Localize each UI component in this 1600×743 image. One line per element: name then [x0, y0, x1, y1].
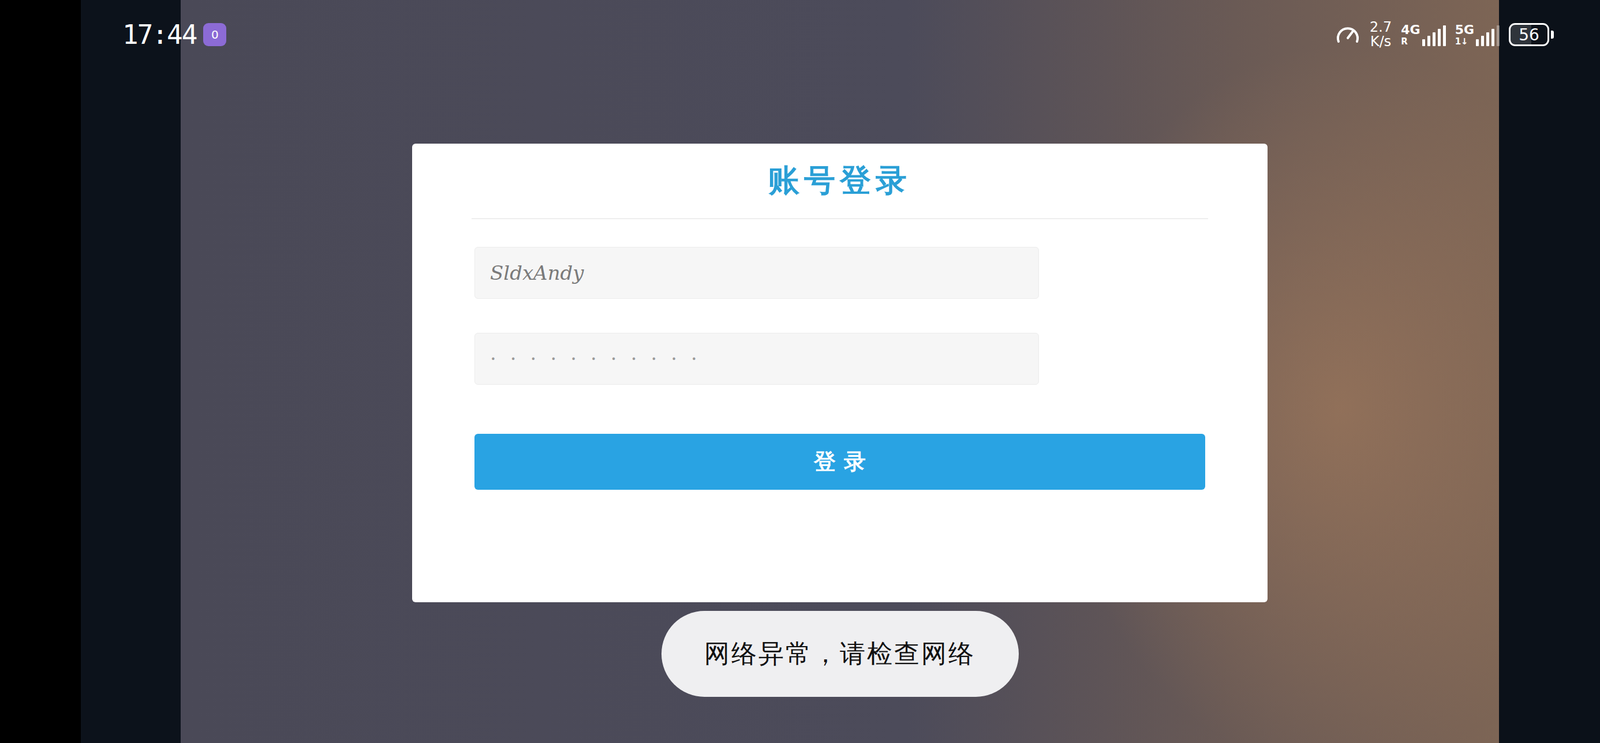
signal-bar — [1496, 25, 1500, 47]
login-button[interactable]: 登 录 — [474, 434, 1206, 491]
clock: 17:44 — [122, 19, 197, 51]
left-margin — [0, 0, 81, 743]
signal-bar — [1486, 32, 1490, 47]
background-image: 账号登录登 录网络异常，请检查网络 — [180, 0, 1499, 743]
speedometer-icon — [1335, 23, 1361, 47]
password-input[interactable] — [474, 333, 1039, 385]
network-indicator: 5G1↓ — [1455, 23, 1500, 47]
signal-bar — [1432, 32, 1436, 47]
network-type: 4G — [1400, 23, 1420, 37]
login-card: 账号登录登 录 — [412, 143, 1268, 603]
signal-bar — [1422, 39, 1426, 47]
network-sub: 1↓ — [1455, 36, 1475, 47]
network-indicator: 4GR — [1400, 23, 1446, 47]
toast-message: 网络异常，请检查网络 — [661, 611, 1019, 698]
signal-bar — [1475, 39, 1479, 47]
battery-icon: 56 — [1508, 23, 1550, 47]
signal-bar — [1437, 28, 1441, 47]
app-notification-icon: 0 — [203, 23, 227, 47]
signal-bar — [1427, 35, 1431, 47]
network-sub: R — [1400, 36, 1420, 47]
signal-icon — [1422, 25, 1446, 47]
login-title: 账号登录 — [768, 159, 912, 203]
right-panel — [1498, 0, 1600, 743]
left-panel — [80, 0, 181, 743]
battery-percent: 56 — [1518, 25, 1540, 45]
signal-bar — [1491, 28, 1495, 47]
network-speed: 2.7 — [1369, 20, 1392, 35]
signal-icon — [1475, 25, 1500, 47]
username-input[interactable] — [474, 247, 1039, 299]
signal-bar — [1481, 35, 1484, 47]
notification-count: 0 — [211, 27, 219, 42]
divider — [471, 218, 1209, 220]
signal-bar — [1443, 25, 1446, 47]
speed-unit: K/s — [1370, 34, 1392, 50]
status-bar: 17:44 0 2.7K/s 4GR 5G1↓ 56 — [0, 0, 1600, 70]
network-type: 5G — [1455, 23, 1475, 37]
